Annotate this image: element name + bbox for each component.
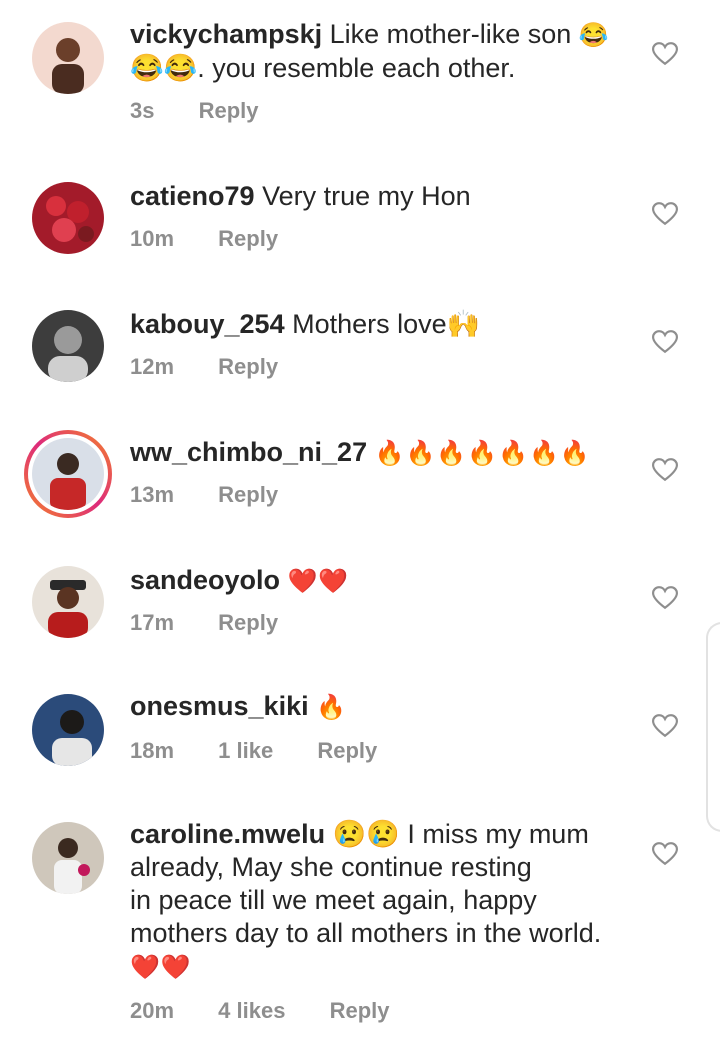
reply-button[interactable]: Reply (218, 354, 278, 380)
heart-outline-icon[interactable] (652, 842, 678, 866)
reply-button[interactable]: Reply (218, 610, 278, 636)
comment-username[interactable]: sandeoyolo (130, 565, 280, 595)
heart-outline-icon[interactable] (652, 202, 678, 226)
comment-username[interactable]: kabouy_254 (130, 309, 285, 339)
avatar-story-ring[interactable] (24, 430, 112, 518)
comment-body-line: mothers day to all mothers in the world. (130, 918, 602, 948)
comment-username[interactable]: onesmus_kiki (130, 691, 309, 721)
like-count[interactable]: 1 like (218, 738, 273, 764)
avatar-photo-icon (52, 710, 92, 766)
avatar-photo-icon (46, 196, 94, 242)
comment-time: 3s (130, 98, 155, 123)
avatar[interactable] (32, 694, 104, 766)
heart-outline-icon[interactable] (652, 714, 678, 738)
avatar[interactable] (32, 566, 104, 638)
comment-meta: 13m Reply (130, 482, 316, 508)
reply-button[interactable]: Reply (218, 482, 278, 508)
heart-outline-icon[interactable] (652, 586, 678, 610)
avatar[interactable] (32, 310, 104, 382)
comment-meta: 3s Reply (130, 98, 297, 124)
reply-button[interactable]: Reply (199, 98, 259, 124)
avatar-photo-icon (54, 838, 90, 894)
comment-emoji: 😂 (578, 22, 610, 49)
comment-username[interactable]: vickychampskj (130, 19, 322, 49)
heart-outline-icon[interactable] (652, 42, 678, 66)
comment-text: kabouy_254 Mothers love🙌 (130, 308, 630, 341)
comment-time: 20m (130, 998, 175, 1023)
comment-time: 17m (130, 610, 175, 635)
comment-body: 🔥 (316, 694, 347, 721)
reply-button[interactable]: Reply (317, 738, 377, 764)
comment-username[interactable]: ww_chimbo_ni_27 (130, 437, 367, 467)
like-count[interactable]: 4 likes (218, 998, 285, 1024)
comment-meta: 18m 1 like Reply (130, 738, 415, 764)
heart-outline-icon[interactable] (652, 330, 678, 354)
side-scroll-handle[interactable] (706, 622, 720, 832)
comment-text: catieno79 Very true my Hon (130, 180, 630, 213)
comment-meta: 10m Reply (130, 226, 316, 252)
comment-body: Mothers love🙌 (292, 309, 481, 339)
comment-meta: 12m Reply (130, 354, 316, 380)
avatar[interactable] (32, 22, 104, 94)
comment-meta: 17m Reply (130, 610, 316, 636)
comment-body-line: 😂😂. you resemble each other. (130, 53, 516, 83)
comment-body: Like mother-like son (329, 19, 572, 49)
reply-button[interactable]: Reply (330, 998, 390, 1024)
comment-text: caroline.mwelu 😢😢 I miss my mum already,… (130, 818, 630, 984)
comment-body: 😢😢 I miss my mum (332, 819, 589, 849)
comment-body: 🔥🔥🔥🔥🔥🔥🔥 (374, 440, 591, 467)
comment-time: 10m (130, 226, 175, 251)
reply-button[interactable]: Reply (218, 226, 278, 252)
comment-meta: 20m 4 likes Reply (130, 998, 428, 1024)
heart-outline-icon[interactable] (652, 458, 678, 482)
comment-body: ❤️❤️ (287, 568, 350, 595)
avatar-photo-icon (50, 453, 86, 510)
avatar-ring-gap (28, 434, 108, 514)
comment-text: sandeoyolo ❤️❤️ (130, 564, 630, 598)
comment-username[interactable]: caroline.mwelu (130, 819, 325, 849)
comment-time: 13m (130, 482, 175, 507)
avatar-photo-icon (48, 580, 88, 638)
avatar[interactable] (32, 182, 104, 254)
comment-time: 12m (130, 354, 175, 379)
comment-body-line: ❤️❤️ (130, 954, 192, 981)
comment-body-line: in peace till we meet again, happy (130, 885, 537, 915)
comment-body-line: already, May she continue resting (130, 852, 532, 882)
comment-text: vickychampskj Like mother-like son 😂 😂😂.… (130, 18, 630, 85)
avatar (32, 438, 104, 510)
comment-text: ww_chimbo_ni_27 🔥🔥🔥🔥🔥🔥🔥 (130, 436, 630, 470)
avatar-photo-icon (52, 38, 84, 94)
comment-body: Very true my Hon (262, 181, 471, 211)
comment-text: onesmus_kiki 🔥 (130, 690, 630, 724)
comment-username[interactable]: catieno79 (130, 181, 255, 211)
comment-time: 18m (130, 738, 175, 763)
avatar[interactable] (32, 822, 104, 894)
avatar-photo-icon (48, 326, 88, 382)
